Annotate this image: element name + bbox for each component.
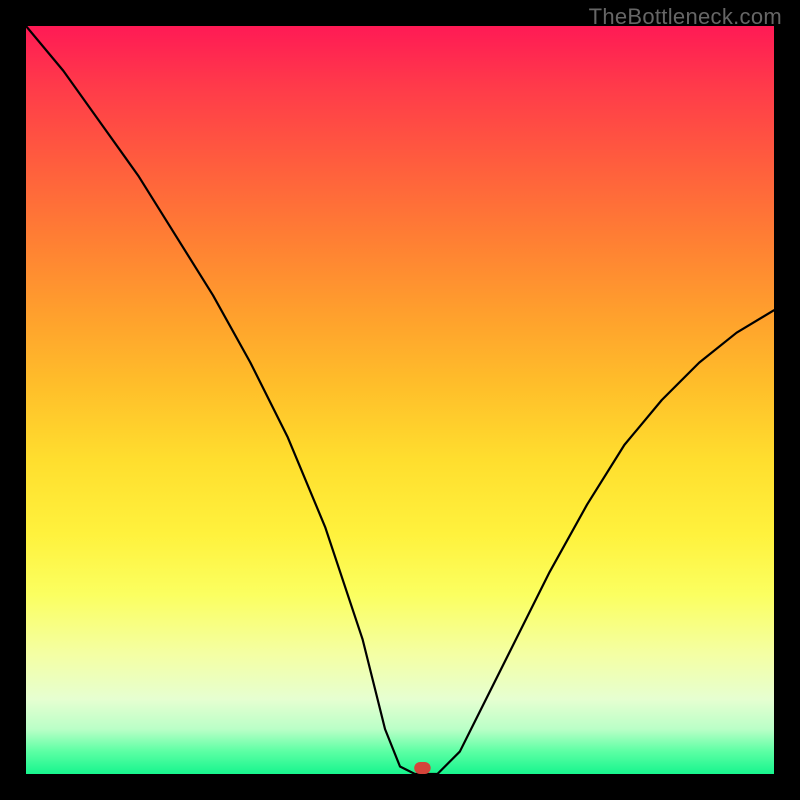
optimum-marker — [414, 762, 430, 774]
watermark-text: TheBottleneck.com — [589, 4, 782, 30]
chart-svg — [26, 26, 774, 774]
chart-frame: TheBottleneck.com — [0, 0, 800, 800]
plot-area — [26, 26, 774, 774]
bottleneck-curve — [26, 26, 774, 774]
